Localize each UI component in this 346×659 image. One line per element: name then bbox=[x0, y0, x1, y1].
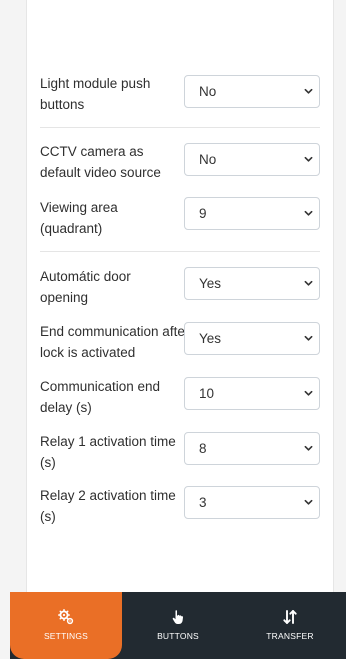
communication-end-delay-select[interactable]: 10 bbox=[184, 377, 320, 410]
chevron-down-icon bbox=[304, 280, 313, 286]
select-value: No bbox=[199, 84, 217, 99]
nav-label-buttons: BUTTONS bbox=[157, 631, 199, 641]
section-divider bbox=[40, 251, 320, 252]
nav-tab-transfer[interactable]: TRANSFER bbox=[234, 592, 346, 659]
relay-2-activation-time-select[interactable]: 3 bbox=[184, 486, 320, 519]
setting-label: Relay 2 activation time (s) bbox=[40, 488, 176, 524]
chevron-down-icon bbox=[304, 156, 313, 162]
setting-label: Communication end delay (s) bbox=[40, 379, 161, 415]
gears-icon bbox=[58, 609, 74, 625]
setting-label: Relay 1 activation time (s) bbox=[40, 434, 176, 470]
bottom-navigation: SETTINGS BUTTONS TRANSFER bbox=[10, 592, 346, 659]
setting-label: End communication after lock is activate… bbox=[40, 324, 190, 360]
nav-tab-settings[interactable]: SETTINGS bbox=[10, 592, 122, 659]
chevron-down-icon bbox=[304, 210, 313, 216]
relay-1-activation-time-select[interactable]: 8 bbox=[184, 432, 320, 465]
chevron-down-icon bbox=[304, 88, 313, 94]
setting-label: Light module push buttons bbox=[40, 76, 151, 112]
select-value: 8 bbox=[199, 441, 207, 456]
select-value: Yes bbox=[199, 276, 222, 291]
end-communication-after-lock-select[interactable]: Yes bbox=[184, 322, 320, 355]
chevron-down-icon bbox=[304, 390, 313, 396]
viewing-area-select[interactable]: 9 bbox=[184, 197, 320, 230]
chevron-down-icon bbox=[304, 445, 313, 451]
nav-tab-buttons[interactable]: BUTTONS bbox=[122, 592, 234, 659]
chevron-down-icon bbox=[304, 335, 313, 341]
section-divider bbox=[40, 127, 320, 128]
select-value: Yes bbox=[199, 331, 222, 346]
light-module-push-buttons-select[interactable]: No bbox=[184, 75, 320, 108]
select-value: 10 bbox=[199, 386, 215, 401]
setting-label: Automátic door opening bbox=[40, 269, 131, 305]
select-value: 3 bbox=[199, 495, 207, 510]
sort-arrows-icon bbox=[283, 610, 297, 624]
automatic-door-opening-select[interactable]: Yes bbox=[184, 267, 320, 300]
setting-label: CCTV camera as default video source bbox=[40, 144, 161, 180]
select-value: No bbox=[199, 152, 217, 167]
chevron-down-icon bbox=[304, 499, 313, 505]
nav-label-settings: SETTINGS bbox=[43, 631, 89, 641]
hand-pointer-icon bbox=[172, 610, 184, 624]
setting-label: Viewing area (quadrant) bbox=[40, 200, 118, 236]
nav-label-transfer: TRANSFER bbox=[266, 631, 314, 641]
select-value: 9 bbox=[199, 206, 207, 221]
cctv-default-source-select[interactable]: No bbox=[184, 143, 320, 176]
